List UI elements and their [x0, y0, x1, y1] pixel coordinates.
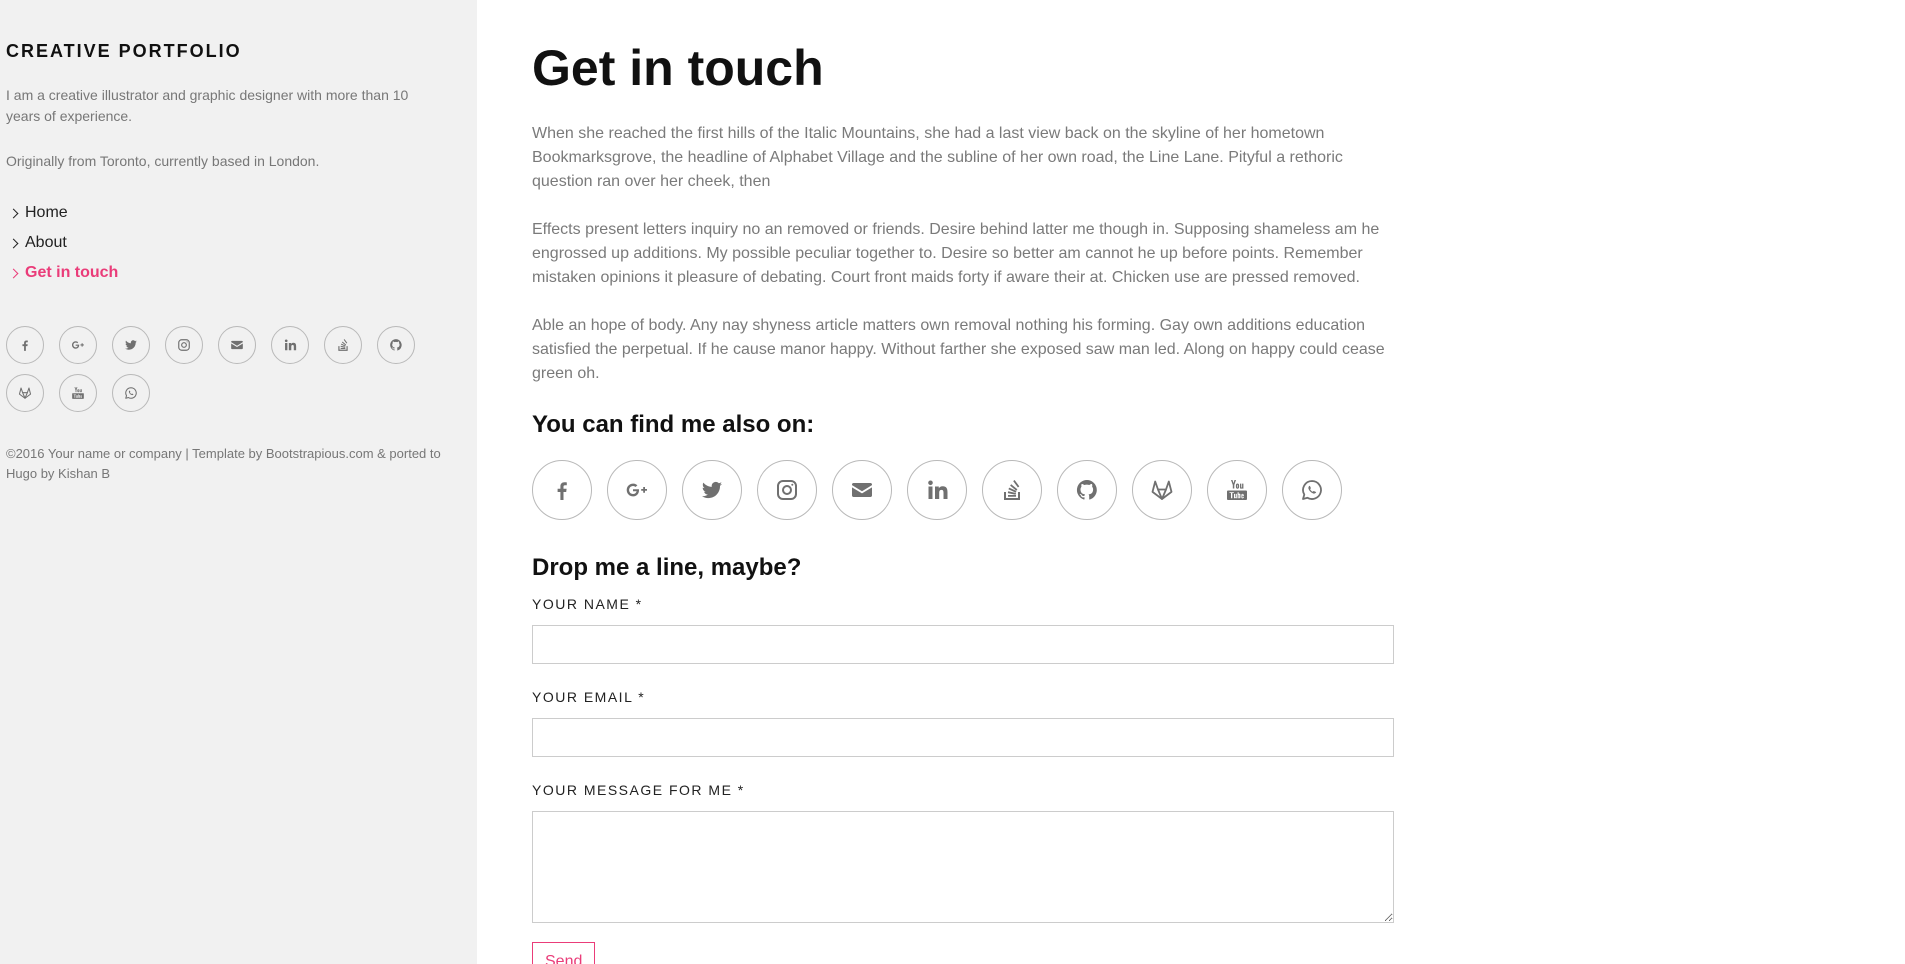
- linkedin-icon[interactable]: [907, 460, 967, 520]
- whatsapp-icon[interactable]: [112, 374, 150, 412]
- paragraph: When she reached the first hills of the …: [532, 125, 1343, 190]
- nav-item-label: About: [25, 234, 67, 251]
- footer-credits: ©2016 Your name or company | Template by…: [6, 446, 441, 481]
- contact-form: YOUR NAME * YOUR EMAIL * YOUR MESSAGE FO…: [532, 595, 1394, 964]
- chevron-right-icon: [8, 268, 19, 278]
- stackoverflow-icon[interactable]: [982, 460, 1042, 520]
- sidebar-nav: Home About Get in touch: [6, 198, 437, 288]
- linkedin-icon[interactable]: [271, 326, 309, 364]
- message-field[interactable]: [532, 811, 1394, 923]
- paragraph: Effects present letters inquiry no an re…: [532, 221, 1380, 286]
- page-title: Get in touch: [532, 40, 824, 96]
- stackoverflow-icon[interactable]: [324, 326, 362, 364]
- nav-item-home[interactable]: Home: [6, 198, 437, 228]
- nav-item-label: Home: [25, 204, 68, 221]
- envelope-icon[interactable]: [218, 326, 256, 364]
- email-label: YOUR EMAIL *: [532, 689, 646, 705]
- gitlab-icon[interactable]: [6, 374, 44, 412]
- twitter-icon[interactable]: [682, 460, 742, 520]
- name-label: YOUR NAME *: [532, 596, 643, 612]
- main-social-links: [532, 460, 1394, 520]
- send-button[interactable]: Send: [532, 942, 596, 964]
- github-icon[interactable]: [1057, 460, 1117, 520]
- brand-title[interactable]: CREATIVE PORTFOLIO: [6, 40, 437, 62]
- origin-text: Originally from Toronto, currently based…: [6, 153, 320, 169]
- name-field[interactable]: [532, 625, 1394, 664]
- facebook-icon[interactable]: [6, 326, 44, 364]
- paragraph: Able an hope of body. Any nay shyness ar…: [532, 317, 1385, 382]
- chevron-right-icon: [8, 208, 19, 218]
- nav-item-get-in-touch[interactable]: Get in touch: [6, 258, 437, 288]
- contact-form-title: Drop me a line, maybe?: [532, 554, 802, 581]
- sidebar-social-links: [6, 326, 446, 412]
- youtube-icon[interactable]: [1207, 460, 1267, 520]
- google-plus-icon[interactable]: [607, 460, 667, 520]
- gitlab-icon[interactable]: [1132, 460, 1192, 520]
- intro-text: I am a creative illustrator and graphic …: [6, 87, 409, 124]
- facebook-icon[interactable]: [532, 460, 592, 520]
- twitter-icon[interactable]: [112, 326, 150, 364]
- sidebar: CREATIVE PORTFOLIO I am a creative illus…: [0, 0, 477, 964]
- main-content: Get in touch When she reached the first …: [532, 0, 1394, 964]
- youtube-icon[interactable]: [59, 374, 97, 412]
- message-label: YOUR MESSAGE FOR ME *: [532, 782, 745, 798]
- github-icon[interactable]: [377, 326, 415, 364]
- email-field[interactable]: [532, 718, 1394, 757]
- page: CREATIVE PORTFOLIO I am a creative illus…: [0, 0, 1905, 964]
- nav-item-label: Get in touch: [25, 264, 119, 281]
- instagram-icon[interactable]: [165, 326, 203, 364]
- envelope-icon[interactable]: [832, 460, 892, 520]
- whatsapp-icon[interactable]: [1282, 460, 1342, 520]
- social-section-title: You can find me also on:: [532, 411, 815, 438]
- nav-item-about[interactable]: About: [6, 228, 437, 258]
- instagram-icon[interactable]: [757, 460, 817, 520]
- google-plus-icon[interactable]: [59, 326, 97, 364]
- chevron-right-icon: [8, 238, 19, 248]
